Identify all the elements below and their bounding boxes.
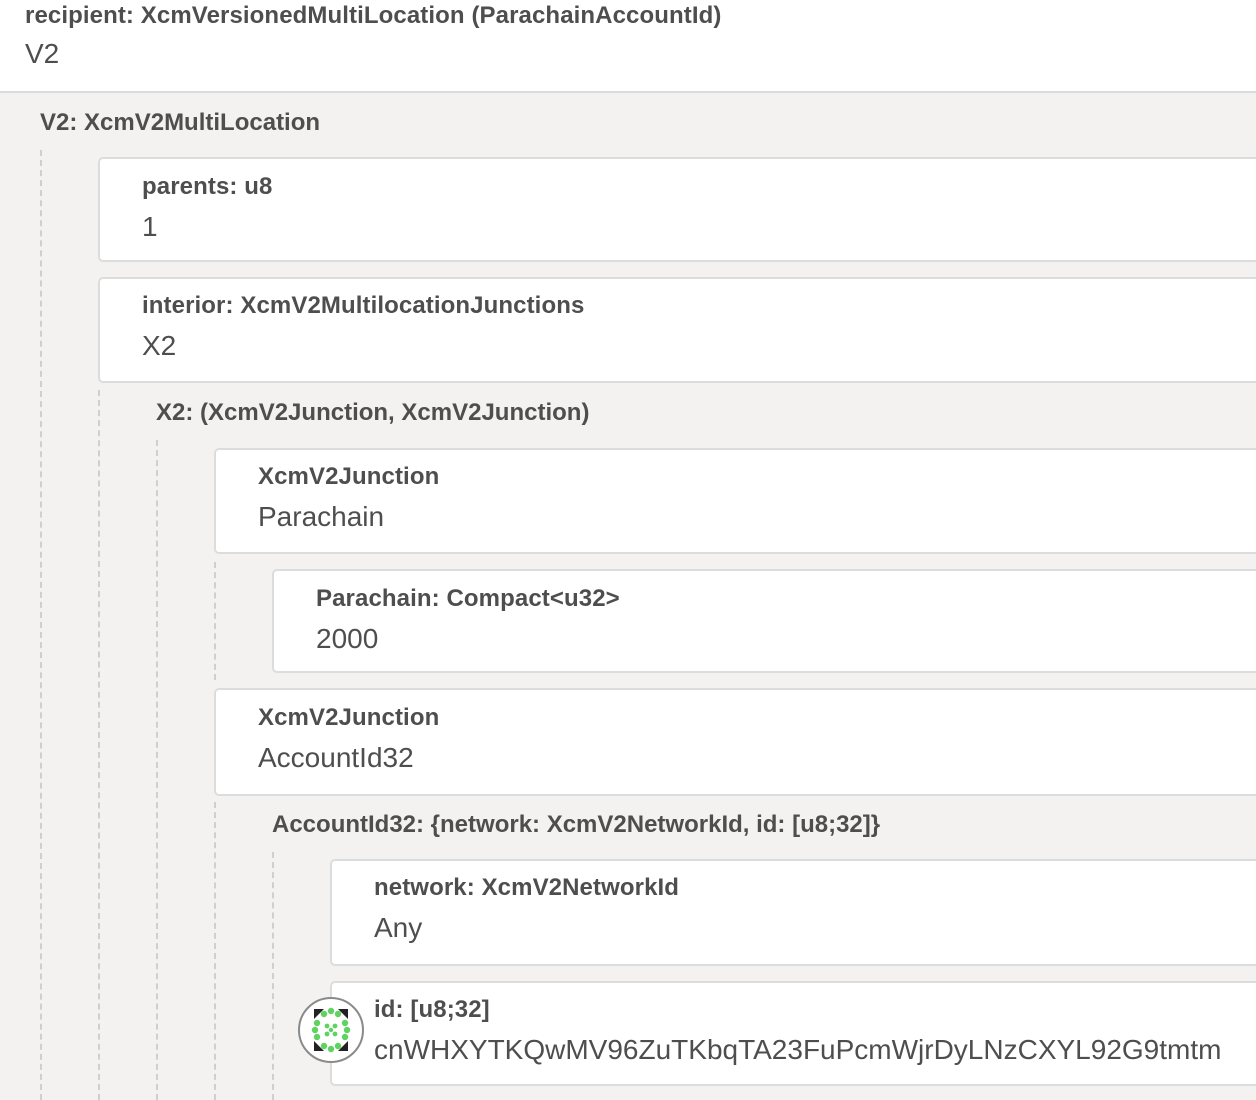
junction2-indent-guide: [214, 802, 216, 1100]
id-field: id: [u8;32] cnWHXYTKQwMV96ZuTKbqTA23FuPc…: [330, 981, 1256, 1086]
parents-label: parents: u8: [142, 173, 273, 200]
recipient-label: recipient: XcmVersionedMultiLocation (Pa…: [25, 2, 722, 29]
junction-label: XcmV2Junction: [258, 463, 440, 490]
interior-field: interior: XcmV2MultilocationJunctions X2: [98, 277, 1256, 383]
accountid32-indent-guide: [272, 852, 274, 1100]
recipient-field: recipient: XcmVersionedMultiLocation (Pa…: [0, 0, 1256, 93]
identicon-icon[interactable]: [298, 997, 364, 1063]
id-label: id: [u8;32]: [374, 996, 490, 1023]
parachain-value: 2000: [316, 623, 379, 654]
accountid32-group-label: AccountId32: {network: XcmV2NetworkId, i…: [272, 811, 881, 838]
network-value: Any: [374, 912, 423, 943]
x2-group-label: X2: (XcmV2Junction, XcmV2Junction): [156, 399, 590, 426]
junction-value: AccountId32: [258, 742, 414, 773]
junction-label: XcmV2Junction: [258, 704, 440, 731]
parents-field: parents: u8 1: [98, 157, 1256, 262]
v2-group-label: V2: XcmV2MultiLocation: [40, 109, 321, 136]
recipient-value: V2: [25, 38, 60, 69]
junction1-indent-guide: [214, 562, 216, 680]
v2-indent-guide: [40, 150, 42, 1100]
interior-indent-guide: [98, 390, 100, 1100]
junction-parachain-field: XcmV2Junction Parachain: [214, 448, 1256, 554]
junction-value: Parachain: [258, 501, 385, 532]
parachain-label: Parachain: Compact<u32>: [316, 585, 620, 612]
parachain-field: Parachain: Compact<u32> 2000: [272, 569, 1256, 673]
x2-indent-guide: [156, 440, 158, 1100]
junction-accountid32-field: XcmV2Junction AccountId32: [214, 688, 1256, 796]
interior-value: X2: [142, 330, 177, 361]
interior-label: interior: XcmV2MultilocationJunctions: [142, 292, 585, 319]
network-field: network: XcmV2NetworkId Any: [330, 859, 1256, 966]
network-label: network: XcmV2NetworkId: [374, 874, 680, 901]
id-value[interactable]: cnWHXYTKQwMV96ZuTKbqTA23FuPcmWjrDyLNzCXY…: [374, 1034, 1221, 1066]
parents-value: 1: [142, 211, 158, 242]
